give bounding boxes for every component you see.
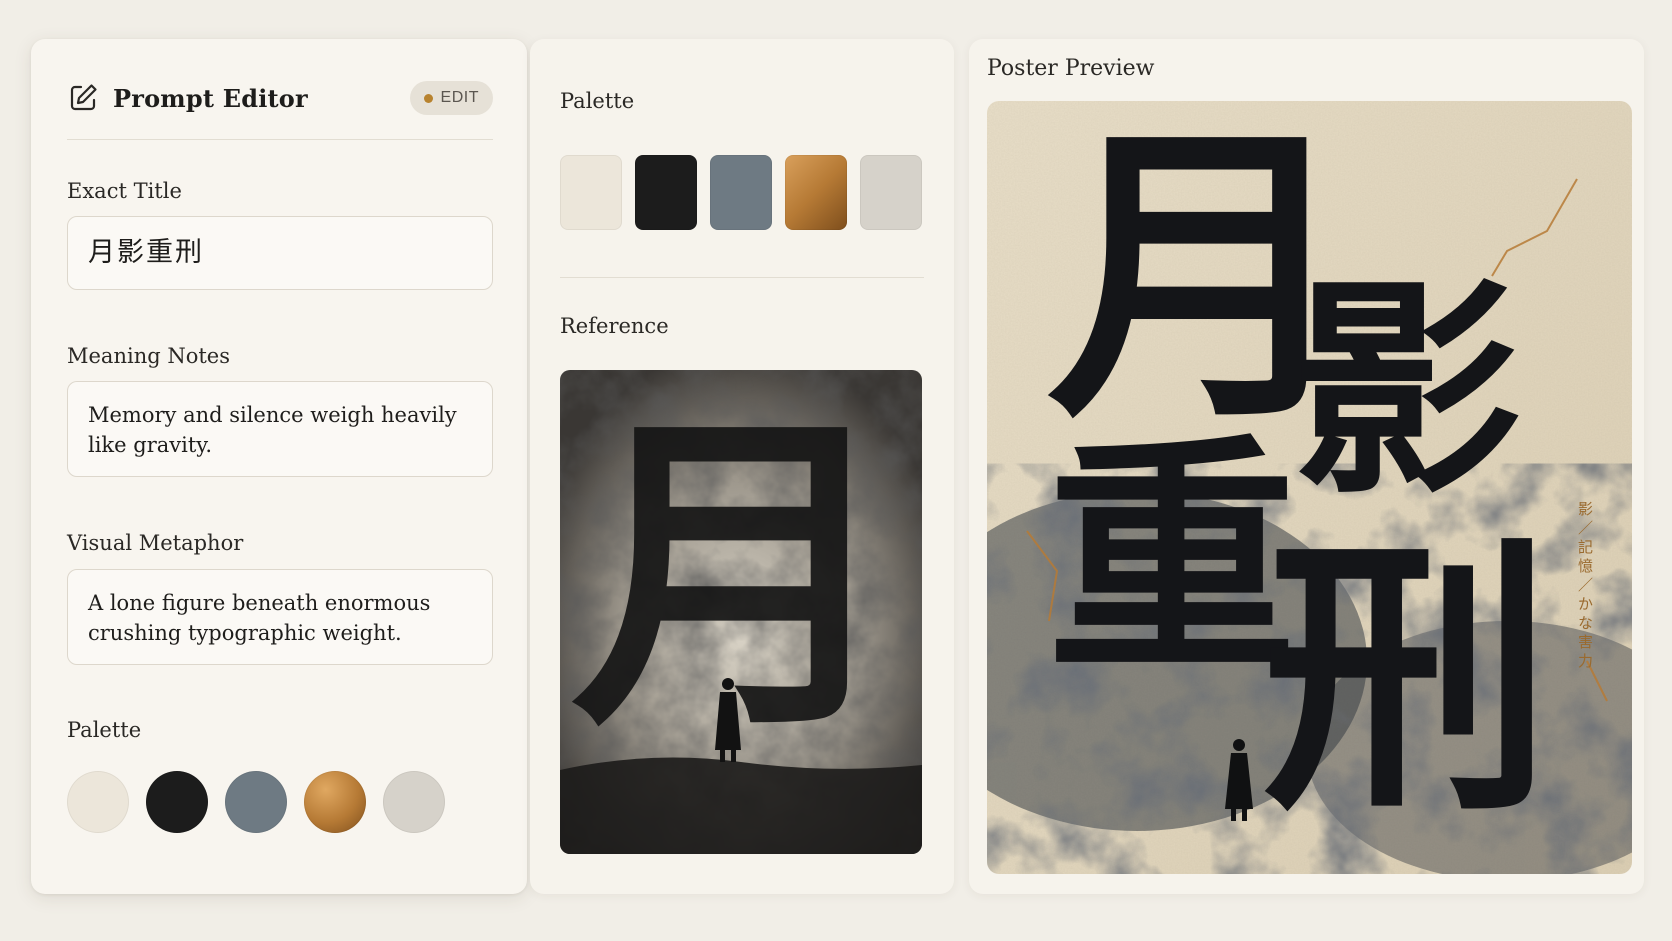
poster-preview-panel: Poster Preview 月 影 重 刑 影／記憶／かな害力 (969, 39, 1644, 894)
palette-circle-black[interactable] (146, 771, 208, 833)
palette-circle-slate[interactable] (225, 771, 287, 833)
reference-image[interactable]: 月 (560, 370, 922, 854)
poster-glyph-punish: 刑 (1262, 510, 1552, 850)
palette-label: Palette (67, 718, 142, 742)
header-divider (67, 139, 493, 140)
meaning-notes-label: Meaning Notes (67, 344, 230, 368)
poster-image[interactable]: 月 影 重 刑 影／記憶／かな害力 (987, 101, 1632, 874)
middle-divider (560, 277, 924, 278)
meaning-notes-input[interactable]: Memory and silence weigh heavily like gr… (67, 381, 493, 477)
exact-title-label: Exact Title (67, 179, 182, 203)
poster-side-text: 影／記憶／かな害力 (1576, 501, 1594, 672)
reference-heading: Reference (560, 314, 669, 338)
swatch-cream[interactable] (560, 155, 622, 230)
prompt-editor-panel: Prompt Editor EDIT Exact Title 月影重刑 Mean… (31, 39, 527, 894)
poster-preview-heading: Poster Preview (987, 56, 1155, 81)
status-dot (423, 93, 433, 103)
editor-header: Prompt Editor EDIT (67, 73, 493, 123)
edit-badge[interactable]: EDIT (409, 81, 493, 115)
palette-heading: Palette (560, 89, 635, 113)
swatch-stone[interactable] (860, 155, 922, 230)
poster-art: 月 影 重 刑 影／記憶／かな害力 (987, 101, 1632, 874)
palette-reference-panel: Palette Reference 月 (530, 39, 954, 894)
swatch-slate[interactable] (710, 155, 772, 230)
palette-swatches (560, 155, 935, 230)
palette-circle-cream[interactable] (67, 771, 129, 833)
visual-metaphor-label: Visual Metaphor (67, 531, 244, 555)
palette-circles (67, 771, 462, 833)
exact-title-input[interactable]: 月影重刑 (67, 216, 493, 290)
edit-badge-label: EDIT (440, 89, 479, 106)
reference-art: 月 (560, 370, 922, 854)
visual-metaphor-input[interactable]: A lone figure beneath enormous crushing … (67, 569, 493, 665)
palette-circle-copper[interactable] (304, 771, 366, 833)
poster-glyph-shadow: 影 (1292, 256, 1522, 526)
palette-circle-stone[interactable] (383, 771, 445, 833)
edit-icon (70, 84, 97, 111)
editor-title: Prompt Editor (113, 83, 308, 113)
poster-glyph-heavy: 重 (1047, 411, 1297, 705)
swatch-copper[interactable] (785, 155, 847, 230)
swatch-black[interactable] (635, 155, 697, 230)
